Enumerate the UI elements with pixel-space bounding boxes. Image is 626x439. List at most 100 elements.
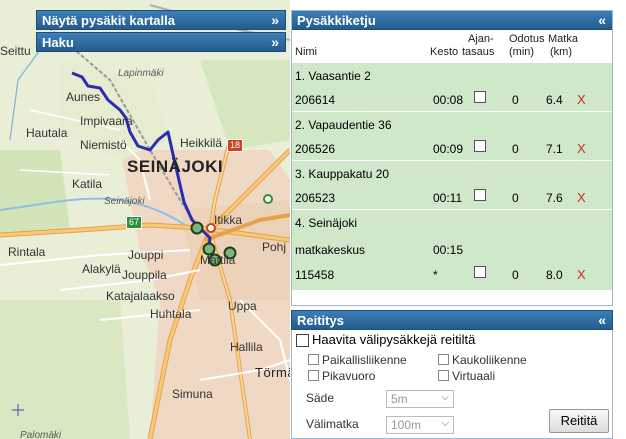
stop-code: 206614 <box>295 93 336 107</box>
virtual-label: Virtuaali <box>452 369 496 383</box>
map-label-pohja: Pohj <box>262 240 287 254</box>
express-checkbox[interactable] <box>308 370 319 381</box>
interval-value: 100m <box>391 418 422 432</box>
column-distance-line1: Matka <box>548 33 578 45</box>
interval-select[interactable]: 100m ⌵ <box>386 416 454 434</box>
hide-intermediate-stops-checkbox[interactable] <box>296 334 309 347</box>
routing-title: Reititys <box>297 313 344 328</box>
map-label-itikka: Itikka <box>214 213 243 227</box>
column-timing-line2: tasaus <box>462 46 495 58</box>
stop-name-line2: matkakeskus <box>295 243 366 257</box>
collapse-chevron-icon[interactable]: « <box>598 11 606 29</box>
long-distance-checkbox[interactable] <box>438 354 449 365</box>
timing-point-checkbox[interactable] <box>474 189 486 201</box>
stop-code: 206523 <box>295 191 336 205</box>
column-duration: Kesto <box>430 46 459 58</box>
route-button[interactable]: Reititä <box>549 409 609 433</box>
timing-point-checkbox[interactable] <box>474 140 486 152</box>
interval-label: Välimatka <box>306 417 359 431</box>
timing-point-checkbox[interactable] <box>474 91 486 103</box>
stop-duration-marker: * <box>433 268 438 282</box>
map-label-niemisto: Niemistö <box>80 138 127 152</box>
stop-row[interactable]: 1. Vaasantie 2 206614 00:08 0 6.4 X <box>292 63 612 112</box>
stop-name: 2. Vapaudentie 36 <box>295 118 392 132</box>
chevron-down-icon: ⌵ <box>441 392 449 403</box>
hide-intermediate-stops-label: Haavita välipysäkkejä reitiltä <box>312 332 476 347</box>
stop-wait: 0 <box>512 268 519 282</box>
road-18-badge: 18 <box>227 139 244 152</box>
map-label-simuna: Simuna <box>172 387 213 401</box>
map-label-aunes: Aunes <box>66 90 101 104</box>
map-label-tormava: Törmävä <box>255 365 290 380</box>
stop-distance: 7.1 <box>546 142 563 156</box>
long-distance-label: Kaukoliikenne <box>452 353 527 367</box>
map-label-alakyla: Alakylä <box>82 262 121 276</box>
radius-select[interactable]: 5m ⌵ <box>386 390 454 408</box>
road-67-badge: 67 <box>126 216 143 229</box>
stop-wait: 0 <box>512 142 519 156</box>
stop-duration: 00:09 <box>433 142 464 156</box>
express-label: Pikavuoro <box>322 369 376 383</box>
local-traffic-label: Paikallisliikenne <box>322 353 407 367</box>
map-label-jouppila: Jouppila <box>122 268 167 282</box>
map-label-mattila: Mattila <box>200 253 236 267</box>
show-stops-on-map-header[interactable]: Näytä pysäkit kartalla » <box>36 10 286 30</box>
stop-distance: 6.4 <box>546 93 563 107</box>
map-label-lapinmaki: Lapinmäki <box>118 68 164 79</box>
stop-code: 115458 <box>295 268 335 282</box>
map-label-hautala: Hautala <box>26 126 68 140</box>
expand-chevron-icon[interactable]: » <box>271 33 279 51</box>
map-label-seinajoki-city: SEINÄJOKI <box>127 157 224 176</box>
column-distance-line2: (km) <box>550 46 572 58</box>
map-label-hallila: Hallila <box>230 340 263 354</box>
routing-panel: Reititys « Haavita välipysäkkejä reitilt… <box>291 310 613 439</box>
map-label-impivaara: Impivaara <box>80 114 133 128</box>
map-label-seinajoki-river: Seinäjoki <box>104 196 145 207</box>
collapse-chevron-icon[interactable]: « <box>598 311 606 329</box>
stop-row[interactable]: 2. Vapaudentie 36 206526 00:09 0 7.1 X <box>292 112 612 161</box>
column-timing-line1: Ajan- <box>468 33 494 45</box>
map-label-huhtala: Huhtala <box>150 307 192 321</box>
stop-name: 1. Vaasantie 2 <box>295 69 371 83</box>
timing-point-checkbox[interactable] <box>474 266 486 278</box>
stop-row[interactable]: 4. Seinäjoki matkakeskus 00:15 115458 * … <box>292 210 612 291</box>
stop-chain-title: Pysäkkiketju <box>297 13 376 28</box>
routing-header[interactable]: Reititys « <box>291 310 613 330</box>
delete-stop-icon[interactable]: X <box>577 267 586 282</box>
map-label-palomaki: Palomäki <box>20 430 62 439</box>
stop-row[interactable]: 3. Kauppakatu 20 206523 00:11 0 7.6 X <box>292 161 612 210</box>
map-view[interactable]: Seittu Aunes Lapinmäki Impivaara Hautala… <box>0 0 290 439</box>
map-label-jouppi: Jouppi <box>128 248 164 262</box>
expand-chevron-icon[interactable]: » <box>271 11 279 29</box>
show-stops-on-map-label: Näytä pysäkit kartalla <box>42 13 175 28</box>
search-label: Haku <box>42 35 74 50</box>
map-label-katajalaakso: Katajalaakso <box>106 289 175 303</box>
stop-wait: 0 <box>512 191 519 205</box>
map-label-katila: Katila <box>72 177 103 191</box>
delete-stop-icon[interactable]: X <box>577 141 586 156</box>
map-label-rintala: Rintala <box>8 245 46 259</box>
virtual-checkbox[interactable] <box>438 370 449 381</box>
map-canvas <box>0 4 290 439</box>
delete-stop-icon[interactable]: X <box>577 92 586 107</box>
map-label-seittu: Seittu <box>0 44 31 58</box>
radius-value: 5m <box>391 392 408 406</box>
local-traffic-checkbox[interactable] <box>308 354 319 365</box>
stop-distance: 7.6 <box>546 191 563 205</box>
column-name: Nimi <box>295 46 317 58</box>
stop-name: 4. Seinäjoki <box>295 216 358 230</box>
search-header[interactable]: Haku » <box>36 32 286 52</box>
stop-chain-panel: Pysäkkiketju « Nimi Kesto Ajan- tasaus O… <box>291 10 613 306</box>
stop-name: 3. Kauppakatu 20 <box>295 167 390 181</box>
stop-code: 206526 <box>295 142 336 156</box>
map-label-heikkila: Heikkilä <box>180 136 223 150</box>
map-label-uppa: Uppa <box>228 299 257 313</box>
stop-chain-header[interactable]: Pysäkkiketju « <box>292 11 612 30</box>
delete-stop-icon[interactable]: X <box>577 190 586 205</box>
radius-label: Säde <box>306 391 335 405</box>
column-wait-line2: (min) <box>509 46 535 58</box>
stop-distance: 8.0 <box>546 268 563 282</box>
stop-duration: 00:08 <box>433 93 464 107</box>
stop-duration: 00:15 <box>433 243 464 257</box>
stop-duration: 00:11 <box>433 191 463 205</box>
